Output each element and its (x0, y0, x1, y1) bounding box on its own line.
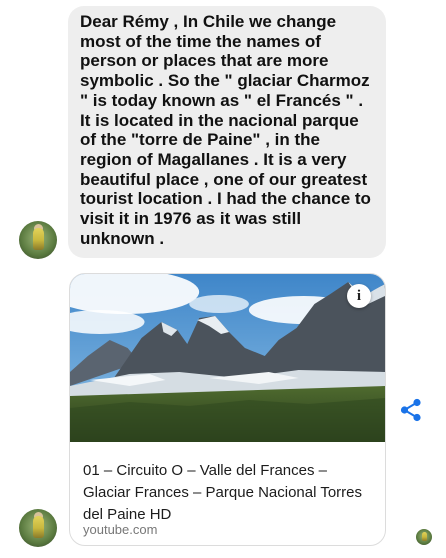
chat-thread: Dear Rémy , In Chile we change most of t… (0, 0, 446, 558)
info-icon[interactable]: i (347, 284, 371, 308)
sender-avatar[interactable] (19, 509, 57, 547)
avatar-figure-shape (33, 228, 44, 250)
share-icon[interactable] (400, 398, 422, 422)
video-thumbnail[interactable] (70, 274, 385, 442)
link-domain: youtube.com (83, 522, 158, 537)
link-preview-card[interactable]: i 01 – Circuito O – Valle del Frances – … (69, 273, 386, 546)
avatar-figure-shape (422, 532, 427, 541)
message-bubble[interactable]: Dear Rémy , In Chile we change most of t… (68, 6, 386, 258)
link-title[interactable]: 01 – Circuito O – Valle del Frances – Gl… (83, 460, 375, 526)
read-receipt-avatar (416, 529, 432, 545)
avatar-figure-shape (33, 516, 44, 538)
message-text: Dear Rémy , In Chile we change most of t… (80, 12, 371, 248)
sender-avatar[interactable] (19, 221, 57, 259)
